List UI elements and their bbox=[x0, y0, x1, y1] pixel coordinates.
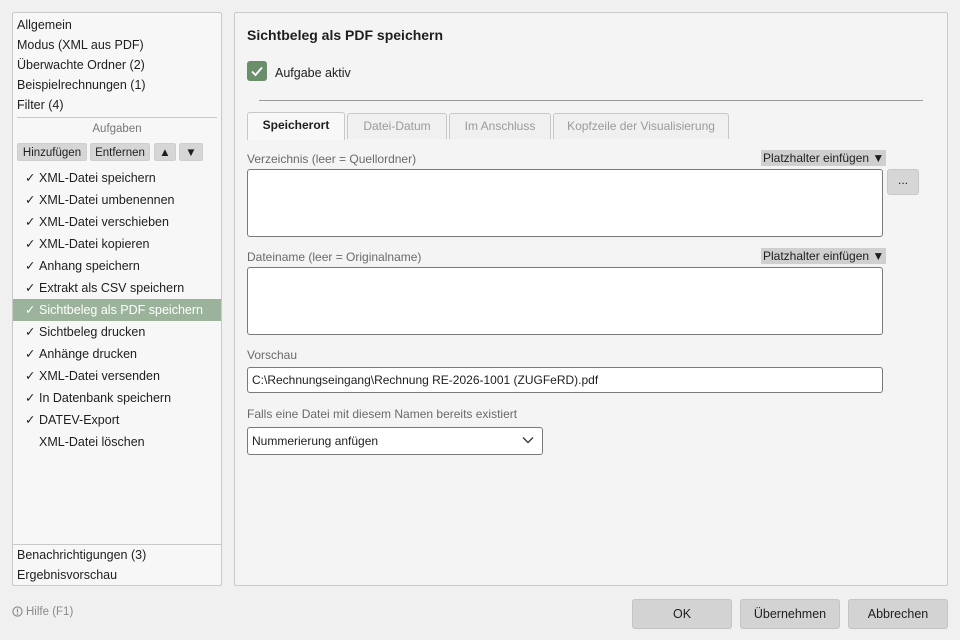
tab-speicherort[interactable]: Speicherort bbox=[247, 112, 345, 140]
task-label: XML-Datei umbenennen bbox=[39, 193, 175, 207]
help-label: Hilfe (F1) bbox=[26, 606, 74, 618]
settings-sidebar: Allgemein Modus (XML aus PDF) Überwachte… bbox=[12, 12, 222, 586]
task-item[interactable]: ✓ XML-Datei verschieben bbox=[13, 211, 221, 233]
task-item[interactable]: ✓ Extrakt als CSV speichern bbox=[13, 277, 221, 299]
task-label: XML-Datei verschieben bbox=[39, 215, 169, 229]
nav-item-filter[interactable]: Filter (4) bbox=[17, 95, 64, 115]
remove-task-button[interactable]: Entfernen bbox=[90, 143, 150, 161]
task-item[interactable]: ✓ XML-Datei speichern bbox=[13, 167, 221, 189]
chevron-down-icon bbox=[522, 437, 534, 444]
task-item[interactable]: XML-Datei löschen bbox=[13, 431, 221, 453]
task-label: Extrakt als CSV speichern bbox=[39, 281, 185, 295]
task-check-icon: ✓ bbox=[25, 347, 36, 361]
task-check-icon: ✓ bbox=[25, 215, 36, 229]
nav-item-ueberwachte-ordner[interactable]: Überwachte Ordner (2) bbox=[17, 55, 145, 75]
task-item[interactable]: ✓ Anhänge drucken bbox=[13, 343, 221, 365]
help-icon bbox=[12, 606, 23, 617]
directory-input[interactable] bbox=[247, 169, 883, 237]
cancel-button[interactable]: Abbrechen bbox=[848, 599, 948, 629]
insert-placeholder-button[interactable]: Platzhalter einfügen ▼ bbox=[761, 248, 887, 264]
task-label: XML-Datei kopieren bbox=[39, 237, 150, 251]
sidebar-divider bbox=[17, 117, 217, 118]
tasks-header: Aufgaben bbox=[92, 123, 142, 135]
filename-label: Dateiname (leer = Originalname) bbox=[247, 250, 422, 264]
file-exists-select[interactable]: Nummerierung anfügen bbox=[247, 427, 543, 455]
task-item[interactable]: ✓ In Datenbank speichern bbox=[13, 387, 221, 409]
task-settings-panel: Sichtbeleg als PDF speichern Aufgabe akt… bbox=[234, 12, 948, 586]
browse-button[interactable]: ... bbox=[887, 169, 919, 195]
tab-datei-datum[interactable]: Datei-Datum bbox=[347, 113, 447, 139]
task-check-icon: ✓ bbox=[25, 391, 36, 405]
separator-line bbox=[259, 100, 923, 101]
task-label: DATEV-Export bbox=[39, 413, 120, 427]
task-item[interactable]: ✓ XML-Datei versenden bbox=[13, 365, 221, 387]
task-item[interactable]: ✓ XML-Datei umbenennen bbox=[13, 189, 221, 211]
apply-button[interactable]: Übernehmen bbox=[740, 599, 840, 629]
preview-label: Vorschau bbox=[247, 348, 298, 362]
task-label: Sichtbeleg drucken bbox=[39, 325, 146, 339]
move-up-button[interactable]: ▲ bbox=[154, 143, 176, 161]
ok-button[interactable]: OK bbox=[632, 599, 732, 629]
task-label: XML-Datei versenden bbox=[39, 369, 160, 383]
help-link[interactable]: Hilfe (F1) bbox=[12, 606, 73, 618]
task-check-icon: ✓ bbox=[25, 171, 36, 185]
task-check-icon: ✓ bbox=[25, 369, 36, 383]
task-check-icon: ✓ bbox=[25, 325, 36, 339]
task-active-label: Aufgabe aktiv bbox=[275, 66, 351, 80]
task-item[interactable]: ✓ XML-Datei kopieren bbox=[13, 233, 221, 255]
task-label: XML-Datei speichern bbox=[39, 171, 156, 185]
file-exists-value: Nummerierung anfügen bbox=[252, 434, 379, 448]
task-label: In Datenbank speichern bbox=[39, 391, 172, 405]
tab-kopfzeile[interactable]: Kopfzeile der Visualisierung bbox=[553, 113, 729, 139]
task-check-icon: ✓ bbox=[25, 303, 36, 317]
task-check-icon: ✓ bbox=[25, 193, 36, 207]
add-task-button[interactable]: Hinzufügen bbox=[17, 143, 87, 161]
task-check-icon: ✓ bbox=[25, 413, 36, 427]
task-label: Anhang speichern bbox=[39, 259, 140, 273]
task-item[interactable]: ✓ DATEV-Export bbox=[13, 409, 221, 431]
task-check-icon: ✓ bbox=[25, 259, 36, 273]
page-title: Sichtbeleg als PDF speichern bbox=[247, 27, 444, 43]
tab-im-anschluss[interactable]: Im Anschluss bbox=[449, 113, 551, 139]
nav-item-allgemein[interactable]: Allgemein bbox=[17, 15, 72, 35]
preview-field[interactable]: C:\Rechnungseingang\Rechnung RE-2026-100… bbox=[247, 367, 883, 393]
insert-placeholder-button[interactable]: Platzhalter einfügen ▼ bbox=[761, 150, 887, 166]
nav-item-beispielrechnungen[interactable]: Beispielrechnungen (1) bbox=[17, 75, 146, 95]
task-active-checkbox[interactable] bbox=[247, 61, 267, 81]
task-item[interactable]: ✓ Anhang speichern bbox=[13, 255, 221, 277]
checkmark-icon bbox=[251, 66, 263, 77]
task-item[interactable]: ✓ Sichtbeleg drucken bbox=[13, 321, 221, 343]
task-check-icon: ✓ bbox=[25, 237, 36, 251]
file-exists-label: Falls eine Datei mit diesem Namen bereit… bbox=[247, 407, 518, 421]
task-label: XML-Datei löschen bbox=[39, 435, 145, 449]
move-down-button[interactable]: ▼ bbox=[179, 143, 203, 161]
nav-item-ergebnisvorschau[interactable]: Ergebnisvorschau bbox=[17, 565, 117, 585]
task-label: Anhänge drucken bbox=[39, 347, 137, 361]
nav-item-benachrichtigungen[interactable]: Benachrichtigungen (3) bbox=[17, 545, 146, 565]
filename-input[interactable] bbox=[247, 267, 883, 335]
task-check-icon: ✓ bbox=[25, 281, 36, 295]
directory-label: Verzeichnis (leer = Quellordner) bbox=[247, 152, 417, 166]
task-item-selected[interactable]: ✓ Sichtbeleg als PDF speichern bbox=[13, 299, 221, 321]
task-label: Sichtbeleg als PDF speichern bbox=[39, 303, 203, 317]
nav-item-modus[interactable]: Modus (XML aus PDF) bbox=[17, 35, 144, 55]
